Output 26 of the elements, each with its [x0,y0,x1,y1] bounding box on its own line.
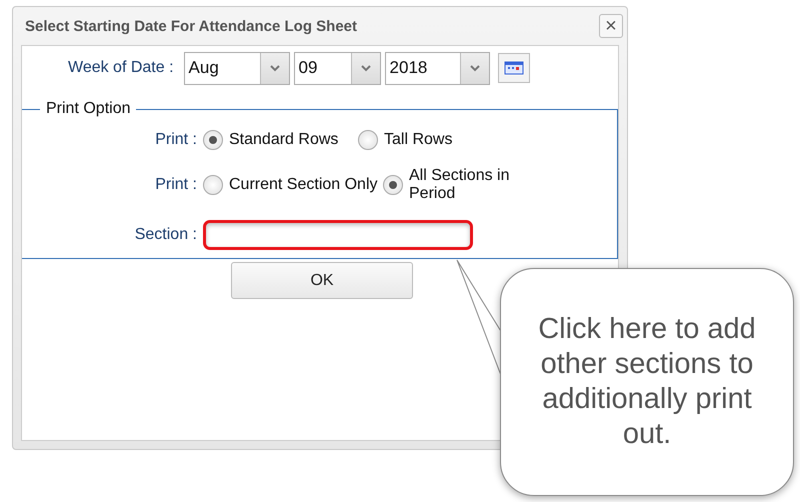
window-title: Select Starting Date For Attendance Log Sheet [24,18,357,34]
ok-button[interactable]: OK [231,262,413,299]
calendar-icon [504,61,524,75]
radio-button[interactable] [203,175,223,195]
week-of-date-label: Week of Date : [68,59,174,77]
section-field[interactable] [203,220,473,250]
chevron-down-icon [270,64,280,72]
option-label[interactable]: Current Section Only [229,176,378,194]
year-select[interactable]: 2018 [384,52,490,84]
print-label: Print : [154,176,197,194]
section-label: Section : [134,226,197,244]
calendar-button[interactable] [498,53,530,83]
group-legend: Print Option [40,100,136,118]
option-label[interactable]: Standard Rows [229,131,338,149]
day-select[interactable]: 09 [294,52,381,84]
radio-button[interactable] [358,130,378,150]
chevron-down-icon [470,64,480,72]
option-label[interactable]: All Sections in Period [409,167,559,203]
close-button[interactable]: × [599,14,623,38]
month-select[interactable]: Aug [184,52,290,84]
print-label: Print : [154,131,197,149]
option-label[interactable]: Tall Rows [384,131,452,149]
callout-text: Click here to add other sections to additionally print out. [537,312,757,452]
radio-button[interactable] [383,175,403,195]
radio-button[interactable] [203,130,223,150]
chevron-down-icon [360,64,371,72]
